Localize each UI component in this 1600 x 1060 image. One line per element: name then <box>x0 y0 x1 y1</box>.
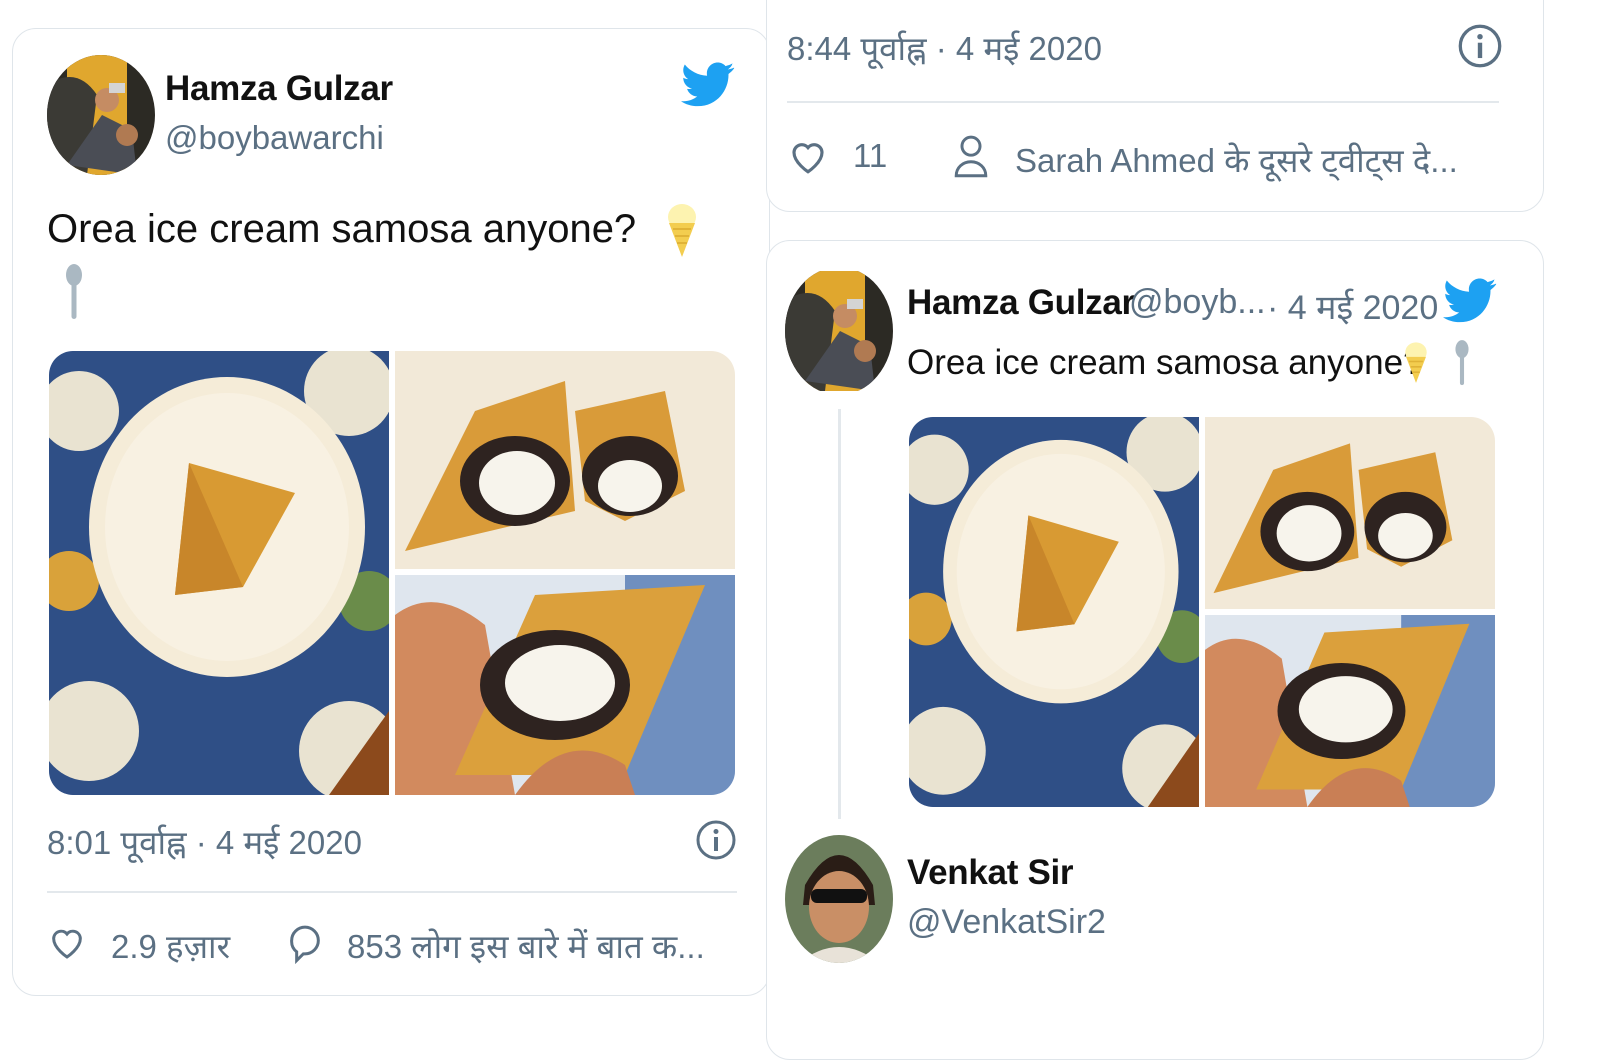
reply-bubble-icon[interactable] <box>285 922 325 969</box>
heart-icon[interactable] <box>787 135 829 182</box>
reply-count[interactable]: 853 लोग इस बारे में बात क... <box>347 923 705 968</box>
media-gallery[interactable] <box>909 417 1495 807</box>
author-name[interactable]: Hamza Gulzar <box>165 69 393 109</box>
divider <box>787 101 1499 103</box>
tweet-date[interactable]: · 4 मई 2020 <box>1267 283 1438 329</box>
spoon-icon <box>63 263 85 326</box>
author-name[interactable]: Hamza Gulzar <box>907 283 1135 323</box>
reply-author-name[interactable]: Venkat Sir <box>907 853 1074 893</box>
author-avatar[interactable] <box>785 267 893 395</box>
tweet-timestamp[interactable]: 8:44 पूर्वाह्न · 4 मई 2020 <box>787 25 1102 70</box>
info-icon[interactable] <box>695 819 737 866</box>
tweet-text: Orea ice cream samosa anyone? <box>907 343 1423 382</box>
twitter-bird-icon[interactable] <box>1443 277 1497 330</box>
samosa-plate-photo[interactable] <box>49 351 389 795</box>
author-handle[interactable]: @boyb... <box>1129 283 1266 322</box>
tweet-timestamp[interactable]: 8:01 पूर्वाह्न · 4 मई 2020 <box>47 819 362 864</box>
samosa-plate-photo[interactable] <box>909 417 1199 807</box>
more-tweets-link[interactable]: Sarah Ahmed के दूसरे ट्वीट्स दे... <box>1015 137 1458 182</box>
like-count[interactable]: 11 <box>853 137 887 175</box>
ice-cream-icon <box>665 203 699 264</box>
ice-cream-icon <box>1403 341 1429 390</box>
media-gallery[interactable] <box>49 351 735 795</box>
reply-author-handle[interactable]: @VenkatSir2 <box>907 903 1106 942</box>
samosa-hand-photo[interactable] <box>395 575 735 795</box>
divider <box>47 891 737 893</box>
embedded-tweet-footer-card: 8:44 पूर्वाह्न · 4 मई 2020 11 Sarah Ahme… <box>766 0 1544 212</box>
heart-icon[interactable] <box>47 922 87 967</box>
like-count[interactable]: 2.9 हज़ार <box>111 923 230 968</box>
info-icon[interactable] <box>1457 23 1503 74</box>
person-icon[interactable] <box>951 133 991 184</box>
author-avatar[interactable] <box>47 55 155 175</box>
samosa-cut-photo[interactable] <box>1205 417 1495 609</box>
twitter-bird-icon[interactable] <box>681 61 735 114</box>
embedded-tweet-card: Hamza Gulzar @boybawarchi Orea ice cream… <box>12 28 770 996</box>
tweet-text: Orea ice cream samosa anyone? <box>47 207 637 251</box>
spoon-icon <box>1453 339 1471 392</box>
embedded-thread-card: Hamza Gulzar @boyb... · 4 मई 2020 Orea i… <box>766 240 1544 1060</box>
reply-author-avatar[interactable] <box>785 835 893 963</box>
samosa-hand-photo[interactable] <box>1205 615 1495 807</box>
author-handle[interactable]: @boybawarchi <box>165 119 384 157</box>
thread-connector-line <box>838 409 841 819</box>
samosa-cut-photo[interactable] <box>395 351 735 569</box>
